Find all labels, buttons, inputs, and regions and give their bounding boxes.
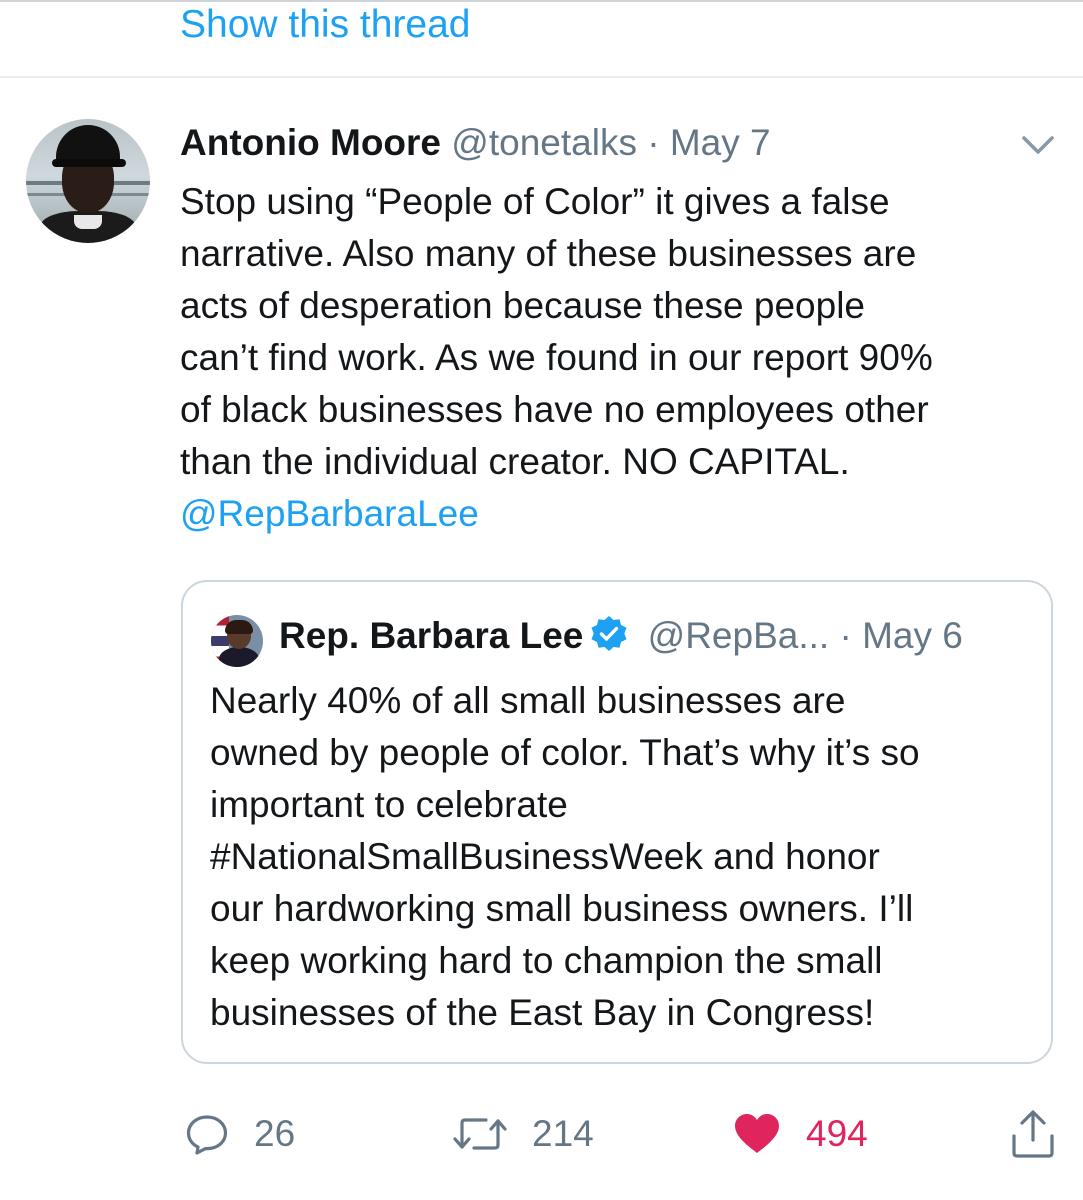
tweet-text-line: narrative. Also many of these businesses… [180,233,917,274]
author-avatar[interactable] [26,119,150,243]
quoted-tweet-card[interactable]: Rep. Barbara Lee @RepBa... · May 6 Nearl… [181,580,1053,1064]
tweet-text-line: than the individual creator. NO CAPITAL. [180,441,850,482]
quoted-text-line: important to celebrate [210,784,568,825]
quoted-text-line: businesses of the East Bay in Congress! [210,992,875,1033]
quoted-tweet-text: Nearly 40% of all small businesses are o… [210,675,1040,1039]
tweet-text-line: can’t find work. As we found in our repo… [180,337,933,378]
tweet-actions-bar: 26 214 494 [0,1106,1083,1166]
retweet-count: 214 [532,1113,594,1154]
show-thread-link[interactable]: Show this thread [180,2,471,48]
tweet-text-line: Stop using “People of Color” it gives a … [180,181,890,222]
author-handle[interactable]: @tonetalks [451,122,637,163]
quoted-text-line: our hardworking small business owners. I… [210,888,914,929]
tweet-text: Stop using “People of Color” it gives a … [180,176,1060,540]
share-icon [1012,1110,1054,1158]
chevron-down-icon[interactable] [1016,128,1060,162]
tweet-date[interactable]: May 7 [670,122,771,163]
reply-count: 26 [254,1113,296,1154]
tweet-text-line: of black businesses have no employees ot… [180,389,929,430]
quoted-header-separator: · [839,615,852,656]
tweet-text-line: acts of desperation because these people [180,285,865,326]
quoted-author-avatar[interactable] [211,615,263,667]
verified-badge-icon [591,616,627,651]
author-name[interactable]: Antonio Moore [180,122,441,163]
like-count: 494 [806,1113,868,1154]
tweet-screen: Show this thread Antonio Moore @tonetalk… [0,0,1083,1200]
tweet-header: Antonio Moore @tonetalks · May 7 [180,120,771,166]
reply-button[interactable]: 26 [184,1106,295,1162]
header-separator: · [647,122,660,163]
heart-icon [735,1114,779,1153]
reply-icon [186,1115,228,1155]
retweet-icon [453,1118,507,1150]
quoted-author-name[interactable]: Rep. Barbara Lee [279,615,583,656]
tweet-divider [0,76,1083,78]
quoted-author-handle[interactable]: @RepBa... [648,615,830,656]
quoted-tweet-header: Rep. Barbara Lee @RepBa... · May 6 [279,613,963,659]
quoted-text-line: keep working hard to champion the small [210,940,883,981]
mention-link[interactable]: @RepBarbaraLee [180,493,479,534]
quoted-text-line: #NationalSmallBusinessWeek and honor [210,836,880,877]
quoted-text-line: Nearly 40% of all small businesses are [210,680,846,721]
share-button[interactable] [1010,1106,1056,1162]
top-divider [0,0,1083,2]
retweet-button[interactable]: 214 [452,1106,594,1162]
like-button[interactable]: 494 [732,1106,868,1162]
quoted-text-line: owned by people of color. That’s why it’… [210,732,920,773]
quoted-tweet-date[interactable]: May 6 [862,615,963,656]
